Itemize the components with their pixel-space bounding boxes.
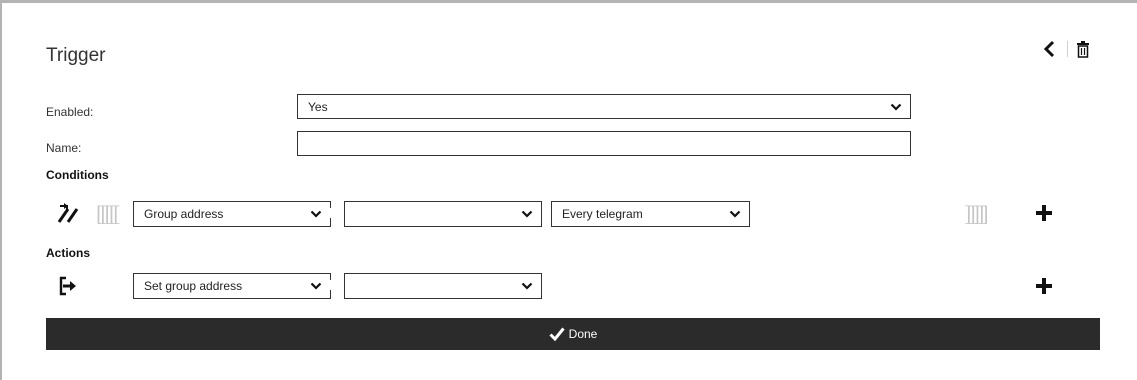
chevron-down-icon	[310, 282, 322, 290]
condition-address-select[interactable]	[344, 201, 542, 227]
plus-icon	[1036, 278, 1052, 294]
condition-group-close-bracket: ]]]]]	[964, 201, 989, 226]
chevron-down-icon	[890, 103, 902, 111]
chevron-down-icon	[521, 282, 533, 290]
select-edge-notch	[329, 208, 331, 218]
select-edge-notch	[329, 280, 331, 290]
condition-filter-value: Every telegram	[562, 207, 643, 221]
condition-filter-select[interactable]: Every telegram	[551, 201, 750, 227]
condition-type-select[interactable]: Group address	[133, 201, 331, 227]
actions-heading: Actions	[46, 246, 91, 260]
chevron-down-icon	[521, 210, 533, 218]
trigger-arrow-icon	[56, 203, 82, 230]
enabled-label: Enabled:	[46, 105, 94, 119]
trash-icon[interactable]	[1076, 40, 1090, 58]
done-button[interactable]: Done	[46, 318, 1100, 350]
done-label: Done	[568, 327, 598, 341]
add-condition-button[interactable]	[1035, 200, 1053, 226]
plus-icon	[1036, 205, 1052, 221]
header-actions	[1043, 40, 1090, 58]
header-divider	[1067, 41, 1068, 57]
conditions-heading: Conditions	[46, 168, 109, 182]
action-address-select[interactable]	[344, 273, 542, 299]
page-title: Trigger	[46, 45, 106, 66]
action-type-select[interactable]: Set group address	[133, 273, 331, 299]
condition-group-open-bracket: [[[[[	[96, 201, 121, 226]
chevron-down-icon	[310, 210, 322, 218]
enabled-select-value: Yes	[308, 99, 328, 114]
action-type-value: Set group address	[144, 279, 243, 293]
checkmark-icon	[549, 327, 565, 341]
chevron-left-icon[interactable]	[1043, 40, 1057, 58]
add-action-button[interactable]	[1035, 273, 1053, 299]
enabled-select[interactable]: Yes	[297, 94, 911, 119]
condition-type-value: Group address	[144, 207, 224, 221]
name-label: Name:	[46, 141, 82, 155]
chevron-down-icon	[729, 210, 741, 218]
name-input[interactable]	[297, 131, 911, 156]
sign-in-icon	[58, 276, 78, 301]
